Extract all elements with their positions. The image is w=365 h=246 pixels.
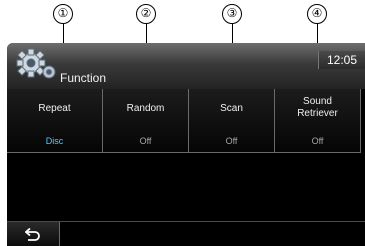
sound-retriever-value: Off [311,136,324,146]
sound-retriever-button[interactable]: Sound Retriever Off [275,89,361,153]
random-button[interactable]: Random Off [103,89,189,153]
function-button-row: Repeat Disc Random Off Scan Off Sound Re… [7,89,365,153]
back-icon [25,228,40,241]
repeat-button[interactable]: Repeat Disc [7,89,103,153]
random-value: Off [139,136,152,146]
scan-value: Off [225,136,238,146]
repeat-label: Repeat [38,103,71,114]
gear-icon [16,48,56,79]
repeat-value: Disc [45,136,64,146]
bottom-bar [7,221,365,246]
sound-retriever-label: Sound Retriever [297,96,338,119]
callout-1: ① [53,4,73,24]
header-bar: Function 12:05 [7,43,365,89]
clock: 12:05 [318,51,365,69]
scan-label: Scan [220,103,243,114]
page-title: Function [60,71,107,85]
device-screen: Function 12:05 Repeat Disc Random Off Sc… [7,43,365,246]
random-label: Random [126,103,165,114]
scan-button[interactable]: Scan Off [189,89,275,153]
callout-4: ④ [307,4,327,24]
callout-3: ③ [222,4,242,24]
callout-2: ② [136,4,156,24]
back-button[interactable] [7,222,60,246]
